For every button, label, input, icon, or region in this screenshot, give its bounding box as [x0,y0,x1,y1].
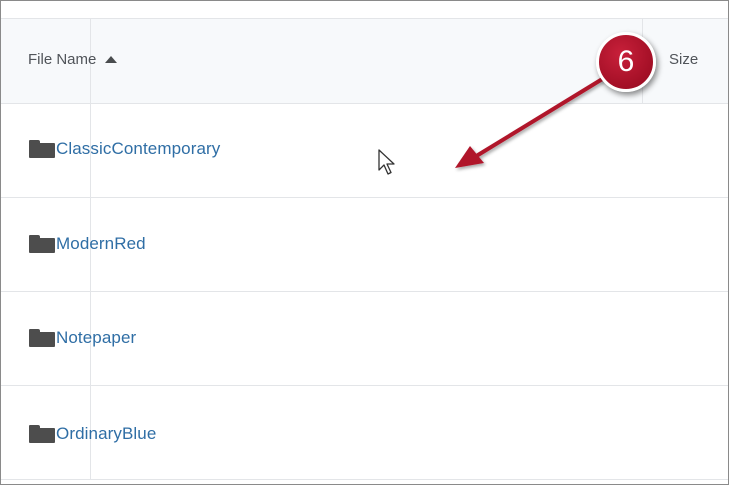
size-column-header[interactable]: Size [669,51,698,68]
table-row: OrdinaryBlue [1,386,728,480]
file-name-header-label: File Name [28,51,97,68]
file-name-column-header[interactable]: File Name [28,51,118,68]
folder-icon [29,235,55,253]
file-name-cell: ModernRed [29,234,146,254]
table-row: ClassicContemporary [1,104,728,198]
folder-icon [29,329,55,347]
table-row: Notepaper [1,292,728,386]
folder-link-ordinaryblue[interactable]: OrdinaryBlue [56,424,156,444]
mouse-pointer-icon [378,149,395,175]
folder-link-notepaper[interactable]: Notepaper [56,328,136,348]
folder-icon [29,425,55,443]
folder-link-modernred[interactable]: ModernRed [56,234,146,254]
folder-link-classiccontemporary[interactable]: ClassicContemporary [56,139,220,159]
sort-ascending-icon [105,55,118,63]
folder-icon [29,140,55,158]
toolbar-band [1,1,728,19]
step-number-badge: 6 [596,32,656,92]
file-name-cell: Notepaper [29,328,136,348]
file-name-cell: ClassicContemporary [29,139,220,159]
file-name-cell: OrdinaryBlue [29,424,156,444]
table-row: ModernRed [1,198,728,292]
